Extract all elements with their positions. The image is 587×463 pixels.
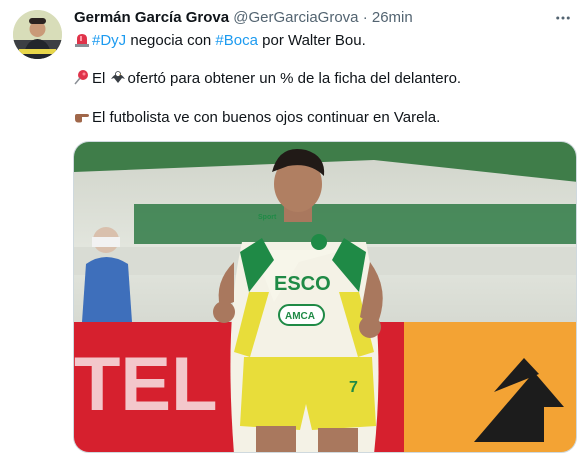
line2-text-a: El — [92, 70, 110, 87]
tweet-header: Germán García Grova @GerGarciaGrova · 26… — [74, 8, 567, 28]
jersey-sponsor: ESCO — [274, 273, 331, 295]
hashtag-boca[interactable]: #Boca — [215, 32, 258, 49]
line1-text-a: negocia con — [126, 32, 216, 49]
author-name[interactable]: Germán García Grova — [74, 9, 229, 26]
tweet-line-3: El futbolista ve con buenos ojos continu… — [74, 108, 575, 128]
pushpin-icon — [74, 69, 90, 85]
rotating-light-icon — [74, 31, 90, 47]
jersey-brand: Sport — [258, 214, 277, 221]
line2-text-b: ofertó para obtener un % de la ficha del… — [127, 70, 462, 87]
tweet-line-2: El ofertó para obtener un % de la ficha … — [74, 69, 575, 89]
jersey-number: 7 — [349, 379, 358, 396]
author-avatar[interactable] — [13, 10, 62, 59]
hashtag-dyj[interactable]: #DyJ — [92, 32, 126, 49]
separator-dot: · — [362, 9, 368, 26]
jersey-sponsor2: AMCA — [285, 311, 315, 322]
line1-text-b: por Walter Bou. — [257, 32, 366, 49]
timestamp[interactable]: 26min — [372, 9, 413, 26]
pointing-hand-icon — [74, 108, 90, 124]
tweet-photo[interactable]: TEL Sport ESCO AMCA 7 — [73, 141, 577, 453]
tweet-line-1: #DyJ negocia con #Boca por Walter Bou. — [74, 31, 575, 51]
more-options-icon[interactable] — [551, 6, 575, 30]
line3-text: El futbolista ve con buenos ojos continu… — [92, 109, 441, 126]
author-handle[interactable]: @GerGarciaGrova — [233, 9, 358, 26]
billboard-text: TEL — [74, 342, 218, 427]
tweet[interactable]: Germán García Grova @GerGarciaGrova · 26… — [0, 0, 587, 463]
eagle-icon — [110, 69, 126, 85]
